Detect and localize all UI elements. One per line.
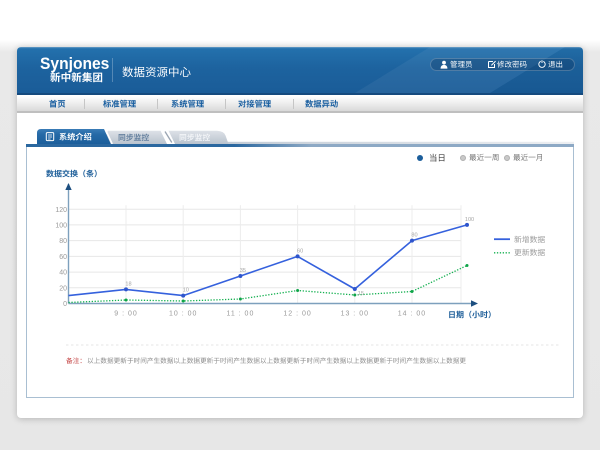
svg-text:35: 35 <box>240 268 246 274</box>
svg-text:20: 20 <box>59 285 67 292</box>
svg-text:100: 100 <box>465 217 474 223</box>
svg-text:100: 100 <box>55 223 67 230</box>
svg-text:80: 80 <box>59 238 67 245</box>
svg-text:11 : 00: 11 : 00 <box>226 311 254 318</box>
svg-text:60: 60 <box>59 254 67 261</box>
svg-text:80: 80 <box>411 233 417 239</box>
svg-text:120: 120 <box>55 207 67 214</box>
svg-text:10 : 00: 10 : 00 <box>169 311 197 318</box>
svg-text:15: 15 <box>358 291 364 297</box>
svg-text:9 : 00: 9 : 00 <box>114 311 138 318</box>
svg-text:13 : 00: 13 : 00 <box>341 311 369 318</box>
svg-text:18: 18 <box>125 281 131 287</box>
svg-text:40: 40 <box>59 270 67 277</box>
svg-text:12 : 00: 12 : 00 <box>283 311 311 318</box>
svg-text:14 : 00: 14 : 00 <box>398 311 426 318</box>
svg-text:60: 60 <box>297 248 303 254</box>
svg-text:10: 10 <box>183 288 189 294</box>
svg-text:0: 0 <box>63 301 67 308</box>
